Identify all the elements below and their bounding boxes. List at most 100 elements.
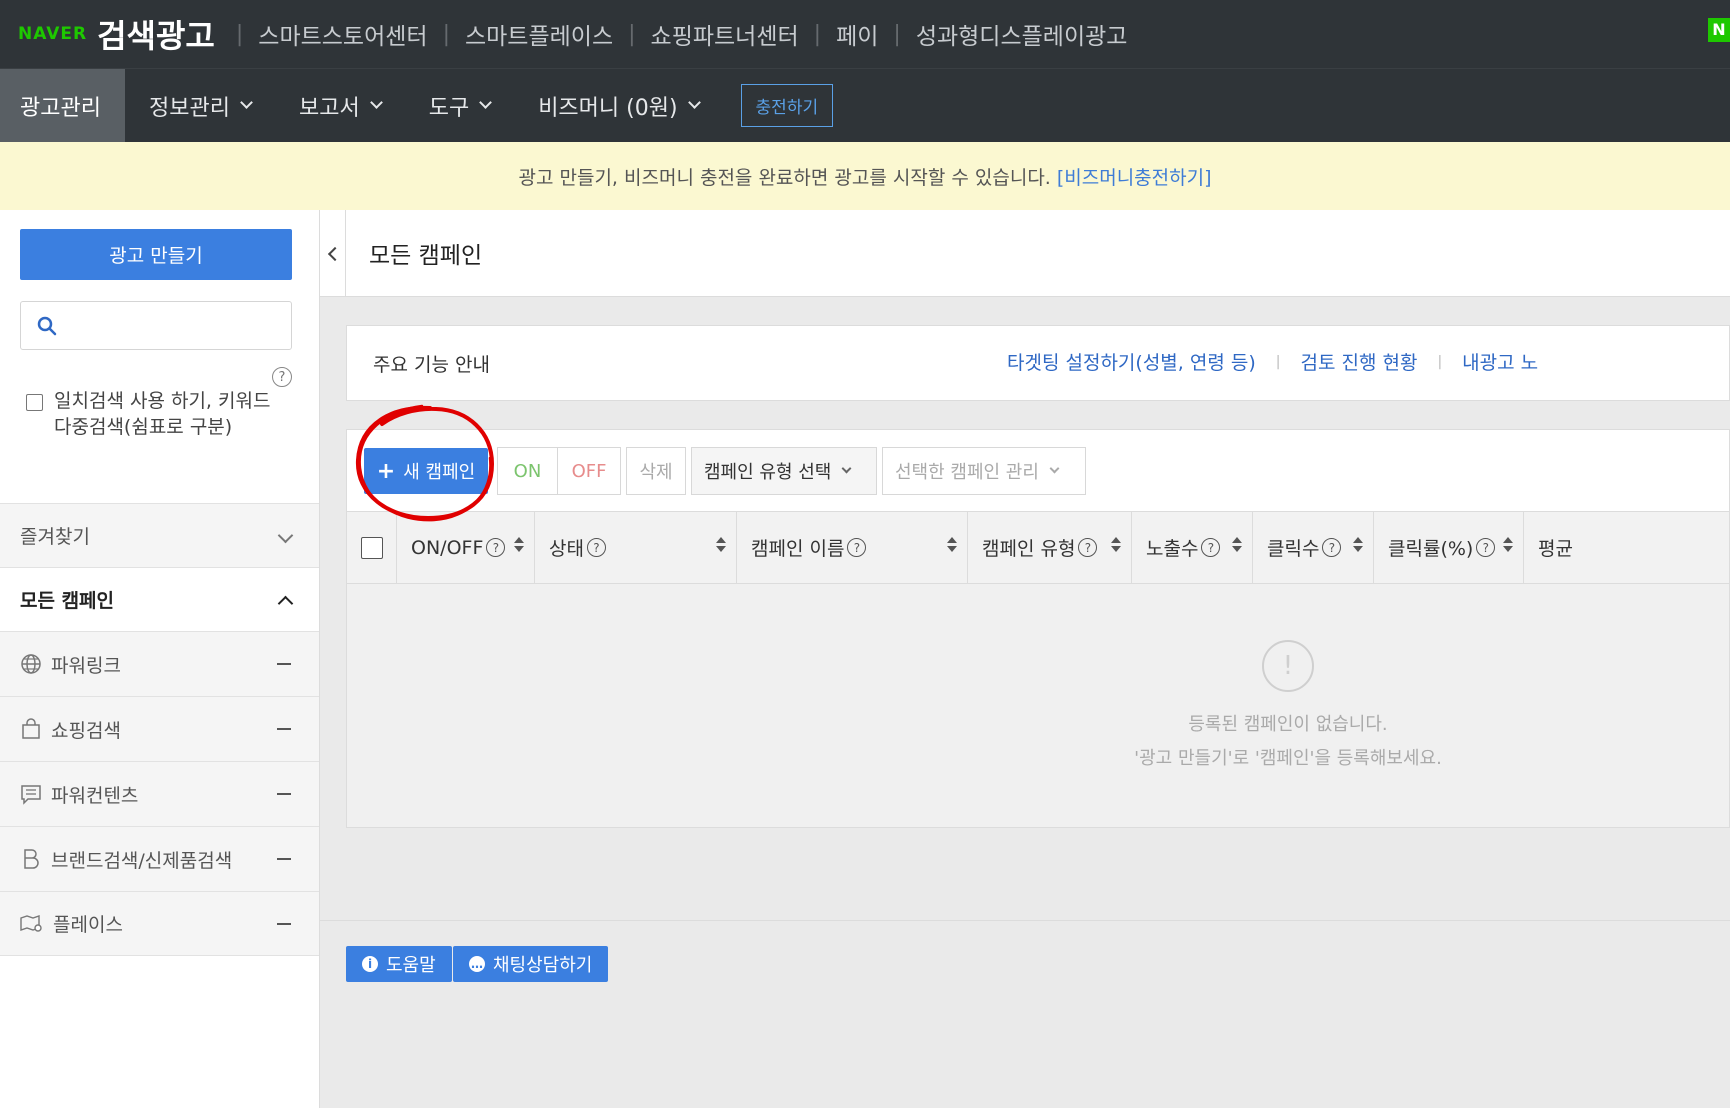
campaign-search-box[interactable] (20, 301, 292, 350)
column-label: 클릭수 (1267, 538, 1320, 560)
nav-label: 정보관리 (149, 95, 230, 121)
link-targeting[interactable]: 타겟팅 설정하기(성별, 연령 등) (1007, 348, 1256, 375)
campaign-type-select[interactable]: 캠페인 유형 선택 (691, 447, 877, 495)
sort-icon[interactable] (1111, 537, 1121, 555)
product-name: 검색광고 (97, 17, 215, 55)
sidebar-collapse-button[interactable] (320, 210, 346, 297)
collapse-icon[interactable] (277, 728, 291, 730)
manage-selected-dropdown[interactable]: 선택한 캠페인 관리 (882, 447, 1086, 495)
sidebar-item-place[interactable]: 플레이스 (0, 891, 319, 956)
sort-icon[interactable] (1232, 537, 1242, 555)
column-impressions[interactable]: 노출수? (1132, 512, 1253, 583)
delete-button[interactable]: 삭제 (626, 447, 686, 495)
sidebar-item-powerlink[interactable]: 파워링크 (0, 631, 319, 696)
link-display-ads[interactable]: 성과형디스플레이광고 (916, 17, 1128, 51)
link-smartplace[interactable]: 스마트플레이스 (465, 17, 613, 51)
sort-icon[interactable] (1503, 537, 1513, 555)
brand-logo[interactable]: NAVER 검색광고 (18, 11, 215, 57)
column-clicks[interactable]: 클릭수? (1253, 512, 1374, 583)
column-onoff[interactable]: ON/OFF? (397, 512, 535, 583)
on-button[interactable]: ON (497, 447, 558, 495)
select-all-checkbox[interactable] (360, 536, 383, 559)
select-all-cell (347, 512, 397, 583)
nav-label: 비즈머니 (0원) (538, 95, 678, 121)
divider: | (1275, 353, 1281, 370)
sort-icon[interactable] (514, 537, 524, 555)
page-title: 모든 캠페인 (369, 243, 483, 269)
nav-label: 보고서 (298, 95, 360, 121)
chat-document-icon (20, 783, 42, 805)
chevron-down-icon (841, 463, 852, 474)
link-pay[interactable]: 페이 (836, 17, 878, 51)
column-ctr[interactable]: 클릭률(%)? (1374, 512, 1524, 583)
help-icon[interactable]: ? (1201, 538, 1221, 557)
sort-icon[interactable] (947, 537, 957, 555)
sidebar-item-label: 쇼핑검색 (51, 719, 121, 742)
help-icon[interactable]: ? (1476, 538, 1496, 557)
chevron-down-icon (479, 96, 493, 109)
nav-tools[interactable]: 도구 (405, 69, 514, 143)
column-status[interactable]: 상태? (535, 512, 737, 583)
help-icon[interactable]: ? (586, 538, 606, 557)
sidebar-all-campaigns[interactable]: 모든 캠페인 (0, 567, 319, 631)
create-ad-button[interactable]: 광고 만들기 (20, 229, 292, 280)
chevron-up-icon (277, 594, 294, 612)
collapse-icon[interactable] (277, 858, 291, 860)
search-icon[interactable] (37, 316, 57, 340)
chat-consult-button[interactable]: … 채팅상담하기 (453, 946, 609, 982)
divider: | (1437, 353, 1443, 370)
sort-icon[interactable] (1353, 537, 1363, 555)
empty-message: 등록된 캠페인이 없습니다. (1188, 714, 1388, 735)
link-shopping-partner[interactable]: 쇼핑파트너센터 (651, 17, 799, 51)
sidebar-item-label: 파워컨텐츠 (51, 784, 139, 807)
column-average[interactable]: 평균 (1524, 512, 1729, 583)
link-smartstore[interactable]: 스마트스토어센터 (258, 17, 427, 51)
help-button-label: 도움말 (386, 955, 436, 976)
nav-info-management[interactable]: 정보관리 (125, 69, 275, 143)
help-button[interactable]: i 도움말 (346, 946, 452, 982)
help-icon[interactable]: ? (1078, 538, 1098, 557)
column-label: ON/OFF (411, 536, 484, 559)
collapse-icon[interactable] (277, 793, 291, 795)
charge-button[interactable]: 충전하기 (740, 84, 834, 127)
column-label: 노출수 (1146, 538, 1199, 560)
collapse-icon[interactable] (277, 923, 291, 925)
help-icon[interactable]: ? (272, 367, 292, 387)
column-campaign-name[interactable]: 캠페인 이름? (737, 512, 968, 583)
top-bar: NAVER 검색광고 | 스마트스토어센터 | 스마트플레이스 | 쇼핑파트너센… (0, 0, 1730, 68)
bizmoney-charge-link[interactable]: [비즈머니충전하기] (1057, 163, 1212, 190)
sidebar-item-powercontents[interactable]: 파워컨텐츠 (0, 761, 319, 826)
column-label: 클릭률(%) (1388, 538, 1474, 560)
column-campaign-type[interactable]: 캠페인 유형? (968, 512, 1132, 583)
notice-text: 광고 만들기, 비즈머니 충전을 완료하면 광고를 시작할 수 있습니다. (518, 166, 1051, 189)
manage-selected-label: 선택한 캠페인 관리 (895, 462, 1039, 483)
nav-ad-management[interactable]: 광고관리 (0, 68, 125, 143)
sidebar-item-label: 브랜드검색/신제품검색 (51, 849, 233, 872)
exact-search-label: 일치검색 사용 하기, 키워드 다중검색(쉼표로 구분) (54, 390, 271, 438)
exact-search-checkbox[interactable] (26, 394, 43, 411)
column-label: 상태 (549, 538, 584, 560)
sidebar-favorites[interactable]: 즐겨찾기 (0, 503, 319, 567)
link-my-ads[interactable]: 내광고 노 (1462, 348, 1538, 375)
off-button[interactable]: OFF (557, 447, 621, 495)
sidebar-item-brandsearch[interactable]: 브랜드검색/신제품검색 (0, 826, 319, 891)
divider: | (442, 21, 450, 47)
chevron-down-icon (1049, 463, 1060, 474)
help-icon[interactable]: ? (847, 538, 867, 557)
chevron-down-icon (369, 96, 383, 109)
naver-corner-icon[interactable]: N (1708, 18, 1730, 42)
brand-b-icon (20, 848, 42, 870)
sidebar-item-shopping[interactable]: 쇼핑검색 (0, 696, 319, 761)
nav-label: 광고관리 (20, 95, 101, 121)
link-review-status[interactable]: 검토 진행 현황 (1300, 348, 1417, 375)
sort-icon[interactable] (716, 537, 726, 555)
help-icon[interactable]: ? (486, 538, 506, 557)
collapse-icon[interactable] (277, 663, 291, 665)
new-campaign-button[interactable]: + 새 캠페인 (364, 448, 488, 494)
nav-reports[interactable]: 보고서 (275, 69, 405, 143)
divider (320, 920, 1730, 921)
search-input[interactable] (71, 310, 281, 342)
help-icon[interactable]: ? (1322, 538, 1342, 557)
nav-bizmoney[interactable]: 비즈머니 (0원) (514, 69, 722, 143)
notice-banner: 광고 만들기, 비즈머니 충전을 완료하면 광고를 시작할 수 있습니다. [비… (0, 142, 1730, 210)
